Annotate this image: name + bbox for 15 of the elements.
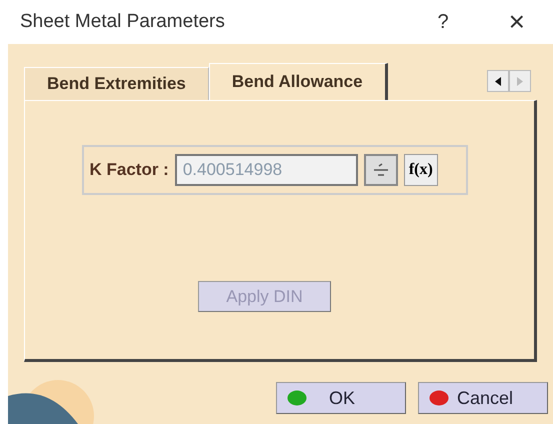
status-light-icon: [429, 390, 449, 406]
spinner-icon: [372, 162, 390, 178]
status-light-icon: [287, 390, 307, 406]
tab[interactable]: Bend Allowance: [208, 63, 388, 100]
spinner-button[interactable]: [364, 154, 398, 186]
close-button[interactable]: ×: [508, 8, 525, 36]
scroll-left-button[interactable]: [487, 70, 509, 92]
help-button[interactable]: ?: [438, 7, 449, 37]
left-arrow-icon: [495, 76, 501, 86]
right-arrow-icon: [517, 76, 523, 86]
window-title: Sheet Metal Parameters: [20, 10, 225, 34]
tab[interactable]: Bend Extremities: [24, 67, 209, 100]
k-factor-label: K Factor :: [90, 159, 169, 182]
ok-button[interactable]: OK: [276, 382, 406, 414]
cancel-button[interactable]: Cancel: [418, 382, 548, 414]
